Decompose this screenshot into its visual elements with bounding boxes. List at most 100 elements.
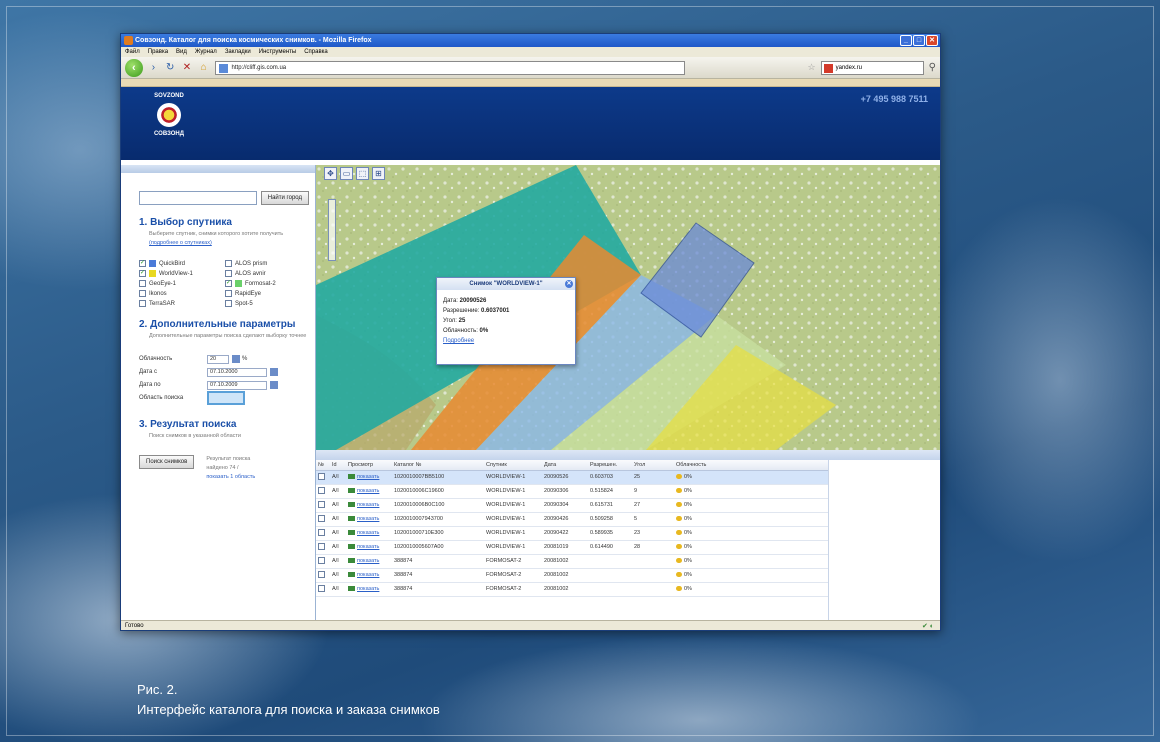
satellite-formosat2[interactable]: ✓ Formosat-2	[225, 280, 311, 287]
col-id[interactable]: Id	[330, 460, 346, 471]
row-checkbox[interactable]	[316, 498, 330, 513]
area-select-button[interactable]	[207, 391, 245, 405]
minimize-button[interactable]: _	[900, 35, 912, 46]
col-resolution[interactable]: Разрешен.	[588, 460, 632, 471]
checkbox[interactable]	[318, 514, 325, 522]
maximize-button[interactable]: □	[913, 35, 925, 46]
checkbox[interactable]	[225, 300, 232, 307]
table-splitter[interactable]	[316, 450, 940, 460]
row-view-link[interactable]: показать	[346, 484, 392, 499]
row-checkbox[interactable]	[316, 554, 330, 569]
row-view-link[interactable]: показать	[346, 498, 392, 513]
table-row[interactable]: A/I показать 1020010005607A00 WORLDVIEW-1 20…	[316, 540, 828, 555]
view-link[interactable]: показать	[357, 502, 379, 508]
reload-icon[interactable]: ↻	[164, 62, 176, 74]
menu-edit[interactable]: Правка	[148, 47, 168, 57]
row-view-link[interactable]: показать	[346, 568, 392, 583]
table-row[interactable]: A/I показать 1020010007BB5100 WORLDVIEW-1 20…	[316, 470, 828, 485]
bookmark-star-icon[interactable]: ☆	[808, 62, 816, 73]
checkbox[interactable]	[318, 528, 325, 536]
find-city-button[interactable]: Найти город	[260, 191, 309, 205]
satellite-spot5[interactable]: Spot-5	[225, 300, 311, 307]
checkbox[interactable]	[318, 472, 325, 480]
checkbox-checked[interactable]: ✓	[225, 280, 232, 287]
checkbox[interactable]	[139, 290, 146, 297]
sovzond-logo[interactable]: SOVZOND СОВЗОНД	[147, 93, 191, 137]
satellite-alos-avnir[interactable]: ALOS avnir	[225, 270, 311, 277]
map-canvas[interactable]	[316, 165, 941, 450]
view-link[interactable]: показать	[357, 488, 379, 494]
calendar-icon[interactable]	[270, 381, 278, 389]
satellite-alos-prism[interactable]: ALOS prism	[225, 260, 311, 267]
checkbox[interactable]	[318, 584, 325, 592]
row-checkbox[interactable]	[316, 526, 330, 541]
view-link[interactable]: показать	[357, 586, 379, 592]
row-view-link[interactable]: показать	[346, 554, 392, 569]
date-from-input[interactable]: 07.10.2000	[207, 367, 267, 377]
stop-icon[interactable]: ✕	[181, 62, 193, 74]
row-checkbox[interactable]	[316, 470, 330, 485]
table-row[interactable]: A/I показать 388874 FORMOSAT-2 20081002 0%	[316, 582, 828, 597]
web-search-box[interactable]: yandex.ru	[820, 60, 924, 75]
checkbox[interactable]	[318, 542, 325, 550]
checkbox-checked[interactable]: ✓	[139, 260, 146, 267]
row-checkbox[interactable]	[316, 568, 330, 583]
back-button[interactable]: ‹	[125, 58, 143, 77]
date-to-input[interactable]: 07.10.2009	[207, 380, 267, 390]
popup-close-icon[interactable]: ✕	[565, 280, 573, 288]
show-area-link[interactable]: показать 1 область	[206, 474, 255, 480]
checkbox[interactable]	[318, 570, 325, 578]
checkbox[interactable]	[225, 260, 232, 267]
menu-help[interactable]: Справка	[304, 47, 328, 57]
zoom-box-icon[interactable]: ▭	[340, 167, 353, 180]
table-row[interactable]: A/I показать 388874 FORMOSAT-2 20081002 0%	[316, 568, 828, 583]
row-checkbox[interactable]	[316, 512, 330, 527]
view-link[interactable]: показать	[357, 516, 379, 522]
satellite-rapideye[interactable]: RapidEye	[225, 290, 311, 297]
checkbox[interactable]	[318, 556, 325, 564]
satellite-worldview1[interactable]: ✓ WorldView-1	[139, 270, 225, 277]
col-cloud[interactable]: Облачность	[674, 460, 828, 471]
menu-file[interactable]: Файл	[125, 47, 140, 57]
col-number[interactable]: №	[316, 460, 330, 471]
forward-arrow-icon[interactable]: ›	[148, 62, 160, 74]
select-icon[interactable]: ⬚	[356, 167, 369, 180]
satellite-ikonos[interactable]: Ikonos	[139, 290, 225, 297]
calendar-icon[interactable]	[270, 368, 278, 376]
zoom-slider[interactable]	[328, 199, 336, 261]
view-link[interactable]: показать	[357, 558, 379, 564]
row-checkbox[interactable]	[316, 484, 330, 499]
col-satellite[interactable]: Спутник	[484, 460, 542, 471]
view-link[interactable]: показать	[357, 474, 379, 480]
popup-more-link[interactable]: Подробнее	[443, 338, 474, 344]
find-images-button[interactable]: Поиск снимков	[139, 455, 195, 469]
row-view-link[interactable]: показать	[346, 540, 392, 555]
table-row[interactable]: A/I показать 1020010006C19600 WORLDVIEW-1 20…	[316, 484, 828, 499]
home-icon[interactable]: ⌂	[198, 62, 210, 74]
col-angle[interactable]: Угол	[632, 460, 674, 471]
menu-tools[interactable]: Инструменты	[259, 47, 296, 57]
cloud-spinner-icon[interactable]	[232, 355, 240, 363]
row-view-link[interactable]: показать	[346, 582, 392, 597]
satellite-geoeye1[interactable]: GeoEye-1	[139, 280, 225, 287]
col-date[interactable]: Дата	[542, 460, 588, 471]
table-row[interactable]: A/I показать 1020010006B0C100 WORLDVIEW-1 20…	[316, 498, 828, 513]
pan-icon[interactable]: ✥	[324, 167, 337, 180]
cloud-input[interactable]: 20	[207, 354, 229, 364]
row-checkbox[interactable]	[316, 582, 330, 597]
satellites-info-link[interactable]: (подробнее о спутниках)	[149, 240, 212, 246]
checkbox-checked[interactable]: ✓	[139, 270, 146, 277]
city-search-input[interactable]	[139, 191, 257, 205]
status-addon-icon[interactable]: ✔ ◐	[922, 622, 934, 630]
view-link[interactable]: показать	[357, 544, 379, 550]
address-bar[interactable]: http://cliff.gis.com.ua	[214, 60, 685, 75]
menu-history[interactable]: Журнал	[195, 47, 217, 57]
view-link[interactable]: показать	[357, 530, 379, 536]
col-view[interactable]: Просмотр	[346, 460, 392, 471]
checkbox[interactable]	[139, 280, 146, 287]
checkbox[interactable]	[225, 270, 232, 277]
col-catalog[interactable]: Каталог №	[392, 460, 484, 471]
magnifier-icon[interactable]: ⚲	[929, 62, 936, 73]
view-link[interactable]: показать	[357, 572, 379, 578]
table-row[interactable]: A/I показать 388874 FORMOSAT-2 20081002 0%	[316, 554, 828, 569]
